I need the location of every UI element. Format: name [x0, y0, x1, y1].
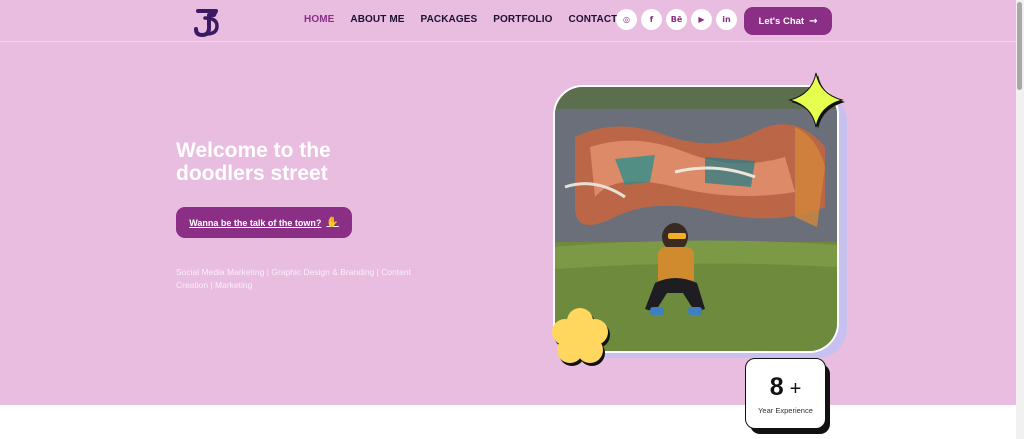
linkedin-glyph: in	[722, 14, 731, 24]
cta-label: Wanna be the talk of the town?	[189, 217, 322, 228]
nav-packages[interactable]: PACKAGES	[421, 14, 478, 25]
nav-portfolio[interactable]: PORTFOLIO	[493, 14, 552, 25]
behance-glyph: Bē	[670, 14, 683, 24]
services-tagline: Social Media Marketing | Graphic Design …	[176, 267, 411, 290]
facebook-icon[interactable]: f	[641, 9, 662, 30]
hero-title-line1: Welcome to the	[176, 139, 331, 162]
sparkle-star-decoration	[784, 72, 848, 132]
flower-decoration	[546, 303, 616, 373]
hero-section	[0, 0, 1016, 405]
experience-label: Year Experience	[758, 405, 813, 415]
hero-title-line2: doodlers street	[176, 162, 328, 185]
instagram-glyph: ◎	[623, 14, 630, 24]
youtube-glyph: ▶	[698, 14, 705, 24]
linkedin-icon[interactable]: in	[716, 9, 737, 30]
instagram-icon[interactable]: ◎	[616, 9, 637, 30]
arrow-right-icon: →	[809, 15, 818, 27]
cta-button[interactable]: Wanna be the talk of the town? ✋	[176, 207, 352, 238]
experience-plus: +	[789, 377, 802, 400]
experience-card: 8 + Year Experience	[745, 358, 826, 429]
experience-number: 8	[769, 372, 784, 401]
hero-title: Welcome to the doodlers street	[176, 139, 396, 185]
lets-chat-label: Let's Chat	[758, 15, 805, 27]
experience-number-row: 8 +	[770, 373, 802, 403]
social-links: ◎ f Bē ▶ in	[616, 9, 737, 30]
nav-home[interactable]: HOME	[304, 14, 334, 25]
lets-chat-button[interactable]: Let's Chat →	[744, 7, 832, 35]
hand-icon: ✋	[326, 217, 339, 228]
scrollbar-thumb[interactable]	[1017, 2, 1022, 90]
logo[interactable]	[192, 6, 222, 38]
youtube-icon[interactable]: ▶	[691, 9, 712, 30]
nav-about-me[interactable]: ABOUT ME	[350, 14, 404, 25]
facebook-glyph: f	[649, 14, 654, 24]
page: HOME ABOUT ME PACKAGES PORTFOLIO CONTACT…	[0, 0, 1016, 439]
site-header: HOME ABOUT ME PACKAGES PORTFOLIO CONTACT…	[0, 0, 1016, 42]
main-nav: HOME ABOUT ME PACKAGES PORTFOLIO CONTACT	[304, 14, 617, 25]
nav-contact[interactable]: CONTACT	[569, 14, 618, 25]
behance-icon[interactable]: Bē	[666, 9, 687, 30]
